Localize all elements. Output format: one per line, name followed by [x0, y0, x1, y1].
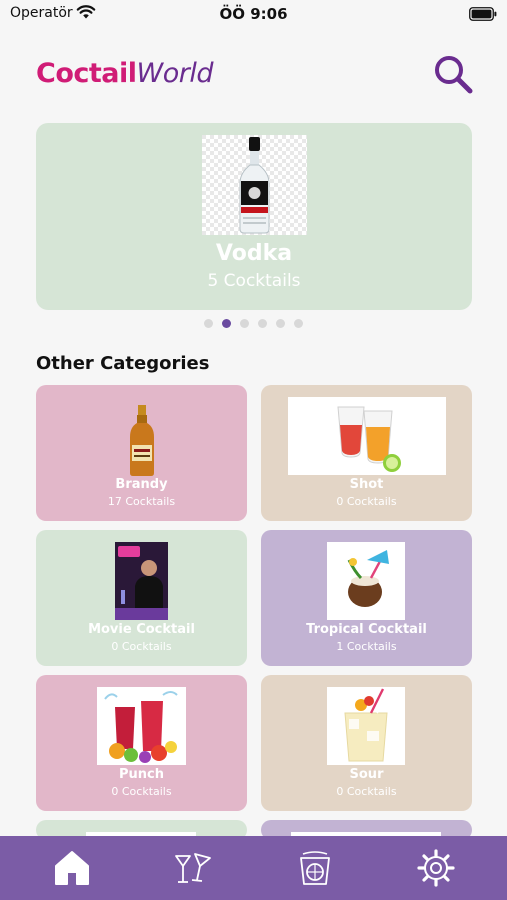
category-count: 17 Cocktails: [107, 495, 176, 508]
carousel-dot[interactable]: [294, 319, 303, 328]
bottom-tab-bar: [0, 836, 507, 900]
status-time: ÖÖ 9:06: [219, 5, 288, 23]
category-name: Movie Cocktail: [88, 622, 195, 637]
category-name: Brandy: [115, 477, 168, 492]
category-count: 0 Cocktails: [336, 495, 397, 508]
battery-icon: [469, 7, 497, 21]
category-name: Punch: [119, 767, 164, 782]
category-card-movie-cocktail[interactable]: Movie Cocktail 0 Cocktails: [36, 530, 247, 666]
section-title: Other Categories: [36, 353, 210, 374]
category-count: 0 Cocktails: [336, 785, 397, 798]
home-icon[interactable]: [52, 848, 92, 888]
app-logo: CoctailWorld: [36, 58, 213, 89]
featured-category-count: 5 Cocktails: [207, 271, 301, 291]
category-name: Shot: [349, 477, 384, 492]
cocktail-glasses-icon[interactable]: [173, 848, 213, 888]
app-header: CoctailWorld: [0, 50, 507, 100]
carousel-dot[interactable]: [204, 319, 213, 328]
carousel-page-indicator[interactable]: [0, 319, 507, 329]
punch-drinks-image: [97, 687, 186, 765]
status-bar: Operatör ÖÖ 9:06: [0, 0, 507, 30]
search-icon[interactable]: [432, 53, 474, 95]
featured-category-card[interactable]: Vodka 5 Cocktails: [36, 123, 472, 310]
coconut-drink-image: [327, 542, 405, 620]
carousel-dot[interactable]: [240, 319, 249, 328]
category-card-sour[interactable]: Sour 0 Cocktails: [261, 675, 472, 811]
category-name: Tropical Cocktail: [306, 622, 427, 637]
featured-category-title: Vodka: [215, 241, 293, 266]
carousel-dot[interactable]: [276, 319, 285, 328]
category-card-tropical-cocktail[interactable]: Tropical Cocktail 1 Cocktails: [261, 530, 472, 666]
carousel-dot[interactable]: [222, 319, 231, 328]
movie-poster-image: [115, 542, 168, 620]
category-card-shot[interactable]: Shot 0 Cocktails: [261, 385, 472, 521]
category-card-brandy[interactable]: Brandy 17 Cocktails: [36, 385, 247, 521]
category-count: 0 Cocktails: [111, 640, 172, 653]
sour-cocktail-image: [327, 687, 405, 765]
vodka-bottle-image: [202, 135, 307, 235]
gear-icon[interactable]: [416, 848, 456, 888]
lemon-glass-icon[interactable]: [295, 848, 335, 888]
category-name: Sour: [349, 767, 384, 782]
category-count: 0 Cocktails: [111, 785, 172, 798]
brandy-bottle-image: [128, 405, 156, 477]
category-count: 1 Cocktails: [336, 640, 397, 653]
shot-glasses-image: [288, 397, 446, 475]
carousel-dot[interactable]: [258, 319, 267, 328]
category-card-punch[interactable]: Punch 0 Cocktails: [36, 675, 247, 811]
